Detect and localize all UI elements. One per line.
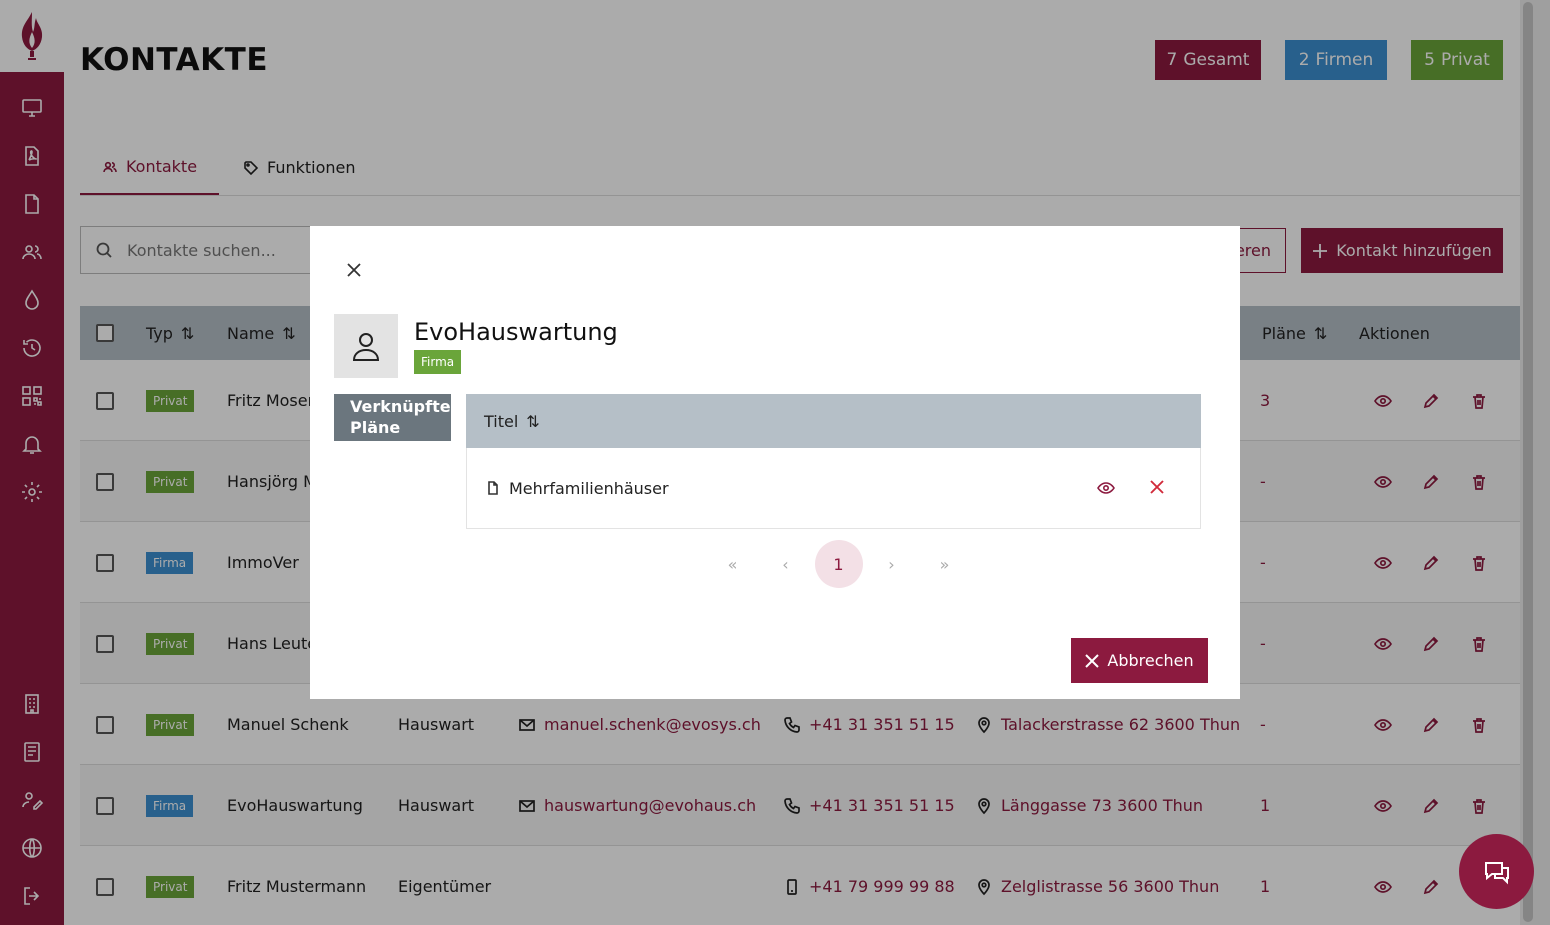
cancel-button-label: Abbrechen <box>1107 651 1194 670</box>
next-page-button[interactable]: › <box>868 540 916 588</box>
avatar <box>334 314 398 378</box>
plan-title: Mehrfamilienhäuser <box>509 478 669 498</box>
close-icon <box>1150 480 1164 494</box>
pagination: « ‹ 1 › » <box>706 540 971 588</box>
scrollbar[interactable] <box>1520 0 1550 925</box>
contact-type-badge: Firma <box>414 350 462 374</box>
column-titel-label: Titel <box>484 411 519 431</box>
sort-icon: ⇅ <box>526 411 540 431</box>
plans-table-row: Mehrfamilienhäuser <box>466 448 1201 529</box>
unlink-plan-button[interactable] <box>1149 479 1169 499</box>
tab-linked-plans[interactable]: Verknüpfte Pläne <box>334 394 451 441</box>
close-icon <box>347 263 361 277</box>
plans-table-header[interactable]: Titel ⇅ <box>466 394 1201 448</box>
scrollbar-thumb[interactable] <box>1523 2 1533 922</box>
cancel-button[interactable]: Abbrechen <box>1071 638 1208 683</box>
close-icon <box>1085 653 1100 668</box>
last-page-button[interactable]: » <box>921 540 969 588</box>
contact-name: EvoHauswartung <box>414 318 618 346</box>
chat-bubbles-icon <box>1484 861 1509 884</box>
view-plan-button[interactable] <box>1097 479 1117 499</box>
close-button[interactable] <box>344 260 364 280</box>
chat-button[interactable] <box>1459 834 1534 909</box>
eye-icon <box>1097 482 1115 494</box>
page-button-current[interactable]: 1 <box>814 540 863 588</box>
prev-page-button[interactable]: ‹ <box>762 540 810 588</box>
linked-plans-modal: EvoHauswartung Firma Verknüpfte Pläne Ti… <box>310 226 1240 699</box>
file-icon <box>488 481 498 495</box>
first-page-button[interactable]: « <box>709 540 757 588</box>
user-icon <box>352 333 380 361</box>
